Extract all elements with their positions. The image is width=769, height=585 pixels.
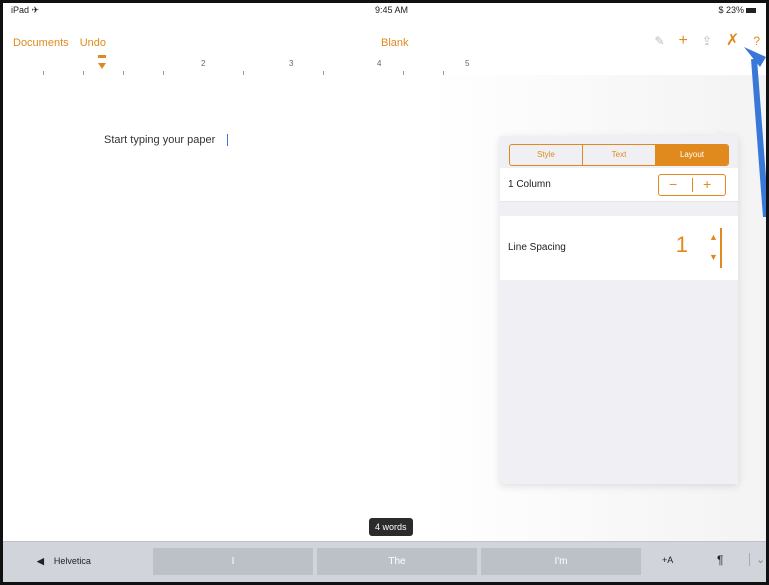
tab-text[interactable]: Text [583, 145, 656, 165]
blue-arrow-icon [744, 47, 766, 217]
document-title: Blank [381, 37, 409, 49]
suggestion-1[interactable]: I [153, 548, 313, 575]
columns-row: 1 Column − + [500, 168, 738, 202]
ruler-number: 4 [377, 59, 382, 68]
keyboard-shortcut-bar: ◀ Helvetica I The I'm +A ¶ ⌄ [3, 541, 766, 582]
columns-decrease-button[interactable]: − [669, 176, 677, 192]
font-size-button[interactable]: +A [662, 555, 673, 565]
battery-indicator: $ 23% [718, 5, 756, 15]
hide-keyboard-icon[interactable]: ⌄ [749, 553, 765, 566]
line-spacing-value[interactable]: 1 [676, 232, 688, 258]
columns-stepper: − + [658, 174, 726, 196]
format-tabs: Style Text Layout [509, 144, 729, 166]
columns-increase-button[interactable]: + [703, 176, 711, 192]
battery-icon [746, 8, 756, 14]
document-body[interactable]: Start typing your paper [104, 134, 229, 147]
toolbar: Documents Undo Blank ✎ + ⇪ ✗ ? [3, 17, 766, 51]
columns-label: 1 Column [508, 179, 551, 190]
undo-button[interactable]: Undo [80, 37, 106, 49]
clock: 9:45 AM [375, 5, 409, 15]
tab-style[interactable]: Style [510, 145, 583, 165]
line-spacing-spinner[interactable]: ▲ ▼ [706, 228, 722, 268]
brush-icon[interactable]: ✎ [654, 31, 664, 51]
status-bar: iPad ✈ 9:45 AM $ 23% [3, 3, 766, 17]
ruler-number: 2 [201, 59, 206, 68]
ruler-number: 5 [465, 59, 470, 68]
font-arrow-icon: ◀ [37, 556, 44, 566]
font-name: Helvetica [53, 556, 91, 566]
plus-icon[interactable]: + [679, 31, 688, 51]
paragraph-icon[interactable]: ¶ [717, 553, 723, 567]
font-picker[interactable]: ◀ Helvetica [37, 556, 91, 567]
ipad-screen: iPad ✈ 9:45 AM $ 23% Documents Undo Blan… [0, 0, 769, 585]
spin-up-icon[interactable]: ▲ [709, 232, 718, 242]
word-count-badge: 4 words [369, 518, 413, 536]
tab-layout[interactable]: Layout [656, 145, 728, 165]
format-popover: Style Text Layout 1 Column − + Line Spac… [500, 129, 738, 484]
indent-marker-icon[interactable] [97, 55, 107, 73]
suggestion-3[interactable]: I'm [481, 548, 641, 575]
text-cursor [227, 134, 229, 147]
battery-label: $ 23% [718, 5, 744, 15]
stepper-divider [692, 178, 693, 192]
placeholder-text: Start typing your paper [104, 134, 216, 146]
documents-button[interactable]: Documents [13, 37, 69, 49]
spin-down-icon[interactable]: ▼ [709, 252, 718, 262]
ruler-number: 3 [289, 59, 294, 68]
share-icon[interactable]: ⇪ [702, 31, 712, 51]
line-spacing-row: Line Spacing 1 ▲ ▼ [500, 216, 738, 280]
suggestion-2[interactable]: The [317, 548, 477, 575]
document-canvas[interactable]: Start typing your paper Style Text Layou… [3, 75, 766, 545]
carrier-label: iPad ✈ [11, 5, 40, 15]
ruler[interactable]: 2 3 4 5 [3, 53, 503, 76]
line-spacing-label: Line Spacing [508, 242, 566, 253]
